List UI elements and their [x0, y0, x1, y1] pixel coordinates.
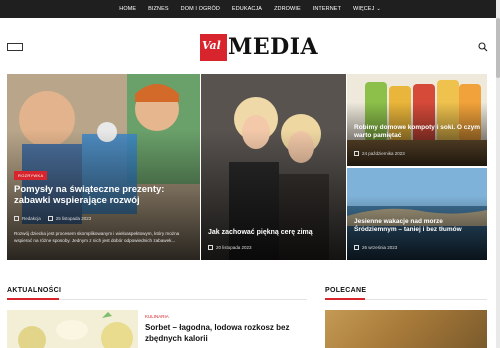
hero-right-bottom-date: 26 września 2023 — [362, 245, 398, 250]
user-icon — [14, 216, 19, 221]
hero-middle-meta: 20 listopada 2023 — [208, 245, 252, 250]
hero-right-bottom-title[interactable]: Jesienne wakacje nad morze Śródziemnym –… — [354, 218, 484, 233]
hero-main-card[interactable]: ROZRYWKA Pomysły na świąteczne prezenty:… — [7, 74, 200, 260]
hero-main-excerpt: Rozwój dziecka jest procesem skomplikowa… — [14, 231, 180, 243]
news-item-image[interactable] — [7, 310, 138, 348]
nav-item-wiecej-label: WIĘCEJ — [353, 6, 375, 12]
top-navigation: HOME BIZNES DOM I OGRÓD EDUKACJA ZDROWIE… — [0, 0, 500, 18]
hamburger-icon[interactable] — [7, 43, 23, 51]
nav-item-home[interactable]: HOME — [119, 6, 136, 12]
hero-right-top-card[interactable]: Robimy domowe kompoty i soki. O czym war… — [347, 74, 487, 166]
recommended-item-image[interactable] — [325, 310, 487, 348]
hero-right-top-date: 24 października 2023 — [362, 151, 405, 156]
nav-item-edukacja[interactable]: EDUKACJA — [232, 6, 262, 12]
nav-item-biznes[interactable]: BIZNES — [148, 6, 168, 12]
news-item-title[interactable]: Sorbet – łagodna, lodowa rozkosz bez zbę… — [145, 323, 305, 345]
calendar-icon — [47, 216, 53, 221]
hero-main-author[interactable]: Redakcja — [22, 216, 41, 221]
section-accent-bar — [7, 298, 59, 300]
scrollbar-thumb[interactable] — [496, 18, 500, 78]
category-badge[interactable]: ROZRYWKA — [14, 171, 48, 180]
news-item-category[interactable]: KULINARIA — [145, 314, 169, 319]
nav-item-zdrowie[interactable]: ZDROWIE — [274, 6, 301, 12]
calendar-icon — [208, 245, 213, 250]
sorbet-image — [7, 310, 138, 348]
section-title-news: AKTUALNOŚCI — [7, 287, 62, 294]
hero-main-date: 25 listopada 2023 — [55, 216, 92, 221]
logo-wordmark: MEDIA — [228, 34, 319, 60]
hero-middle-title[interactable]: Jak zachować piękną cerę zimą — [208, 229, 343, 237]
hero-right-bottom-meta: 26 września 2023 — [354, 245, 397, 250]
site-logo[interactable]: Val MEDIA — [200, 33, 318, 61]
chevron-down-icon: ⌄ — [376, 6, 381, 12]
site-header: Val MEDIA — [0, 18, 496, 74]
hero-main-meta: Redakcja 25 listopada 2023 — [14, 216, 91, 221]
logo-mark: Val — [200, 33, 227, 61]
page-scrollbar[interactable] — [496, 0, 500, 348]
hero-right-top-meta: 24 października 2023 — [354, 151, 405, 156]
hero-right-bottom-card[interactable]: Jesienne wakacje nad morze Śródziemnym –… — [347, 168, 487, 260]
calendar-icon — [354, 151, 359, 156]
logo-mark-text: Val — [202, 38, 221, 52]
nav-item-dom-i-ogrod[interactable]: DOM I OGRÓD — [181, 6, 220, 12]
search-icon[interactable] — [478, 42, 488, 52]
section-title-recommended: POLECANE — [325, 287, 367, 294]
nav-item-wiecej[interactable]: WIĘCEJ ⌄ — [353, 6, 381, 12]
hero-middle-date: 20 listopada 2023 — [216, 245, 252, 250]
hero-main-title[interactable]: Pomysły na świąteczne prezenty: zabawki … — [14, 184, 196, 206]
calendar-icon — [354, 245, 359, 250]
nav-item-internet[interactable]: INTERNET — [313, 6, 341, 12]
hero-middle-overlay — [201, 129, 346, 260]
section-accent-bar — [325, 298, 365, 300]
hero-right-top-title[interactable]: Robimy domowe kompoty i soki. O czym war… — [354, 124, 482, 139]
hero-middle-card[interactable]: Jak zachować piękną cerę zimą 20 listopa… — [201, 74, 346, 260]
